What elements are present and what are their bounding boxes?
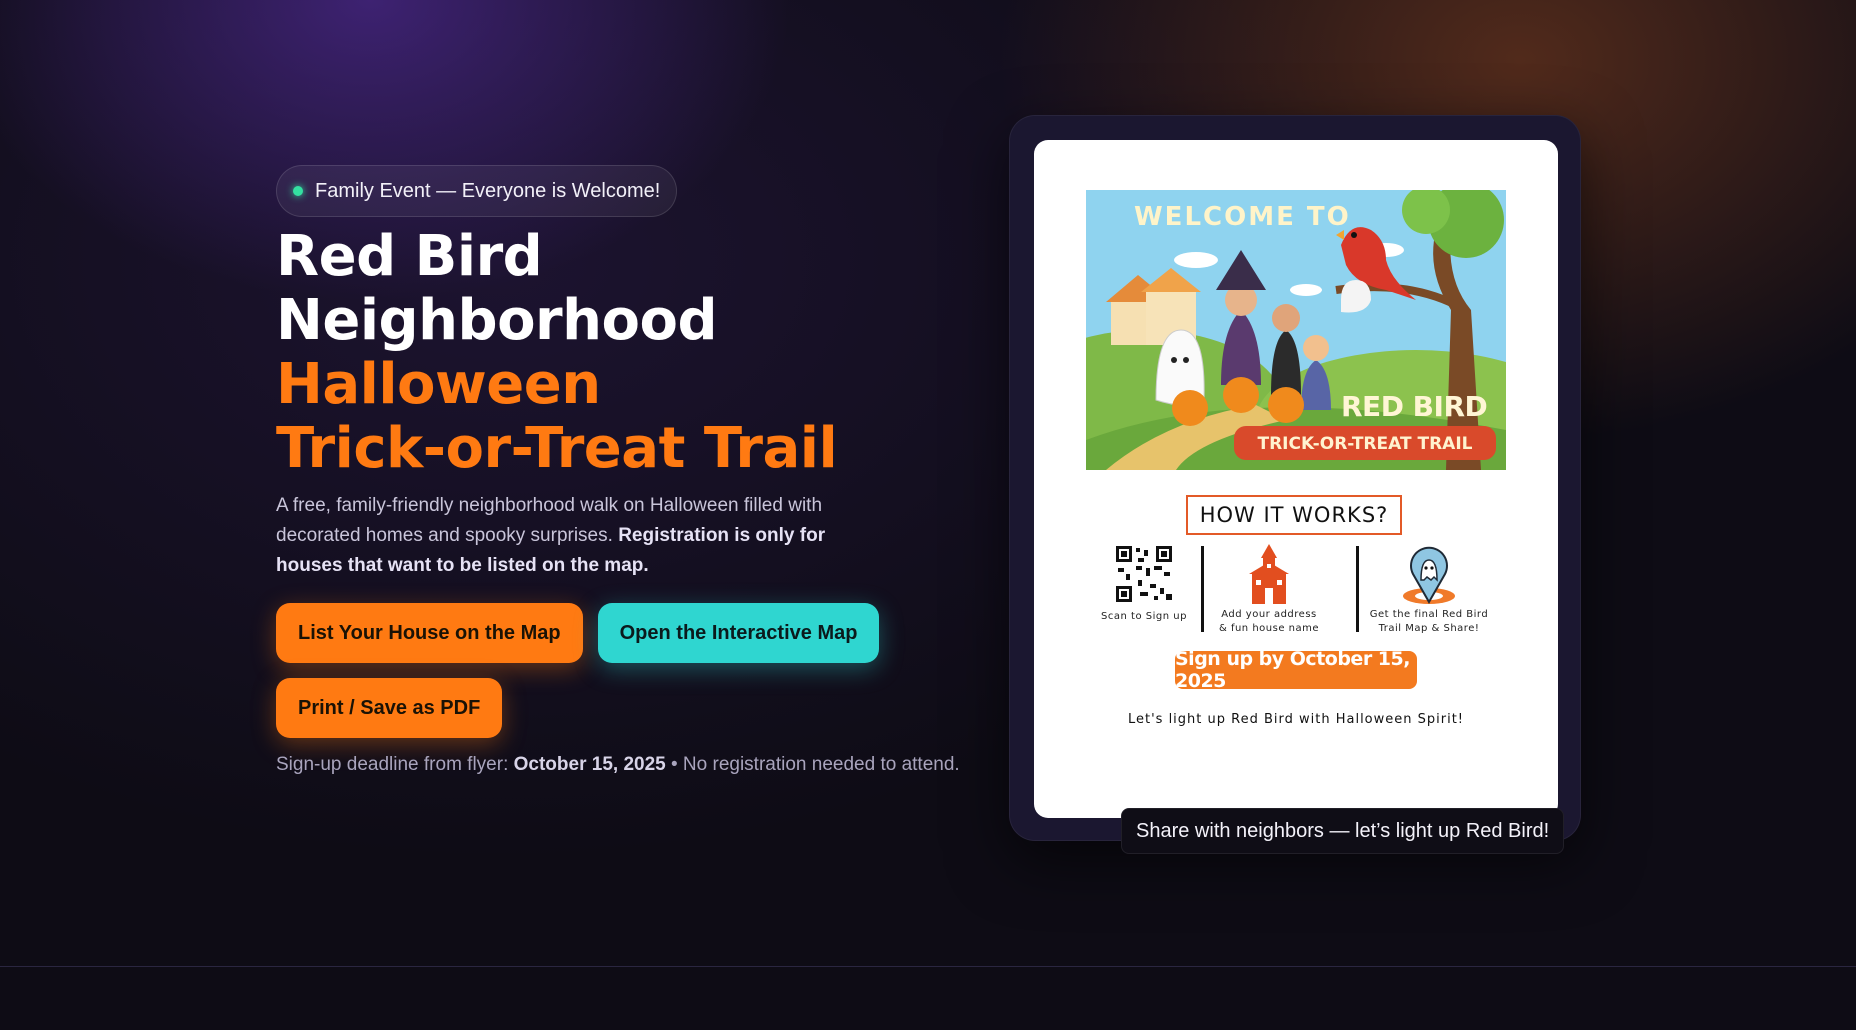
flyer-tagline: Let's light up Red Bird with Halloween S…	[1127, 712, 1465, 727]
welcome-text: WELCOME TO	[1134, 202, 1351, 232]
flyer-frame: WELCOME TO RED BIRD TRICK-OR-TREAT TRAIL…	[1009, 115, 1581, 841]
step-address: Add your address & fun house name	[1209, 544, 1329, 636]
step-scan-label: Scan to Sign up	[1101, 611, 1187, 622]
title-line-2: Neighborhood	[276, 288, 718, 353]
how-it-works-heading: HOW IT WORKS?	[1186, 495, 1402, 535]
event-badge: Family Event — Everyone is Welcome!	[276, 165, 678, 217]
map-pin-ghost-icon	[1403, 546, 1455, 605]
qr-code-icon	[1114, 544, 1174, 604]
step-divider	[1356, 546, 1359, 632]
hero-description: A free, family-friendly neighborhood wal…	[276, 491, 876, 581]
flyer-illustration: WELCOME TO RED BIRD TRICK-OR-TREAT TRAIL	[1086, 190, 1506, 470]
title-line-1: Red Bird	[276, 224, 543, 289]
action-buttons: List Your House on the Map Open the Inte…	[276, 603, 916, 738]
flyer-preview[interactable]: WELCOME TO RED BIRD TRICK-OR-TREAT TRAIL…	[1034, 140, 1558, 818]
note-suffix: • No registration needed to attend.	[665, 754, 960, 775]
illustration-graphic	[1086, 190, 1506, 470]
brand-text: RED BIRD	[1341, 390, 1488, 423]
step-divider	[1201, 546, 1204, 632]
print-pdf-button[interactable]: Print / Save as PDF	[276, 678, 503, 738]
event-badge-label: Family Event — Everyone is Welcome!	[315, 179, 661, 202]
title-line-4: Trick-or-Treat Trail	[276, 416, 838, 481]
trail-text: TRICK-OR-TREAT TRAIL	[1257, 434, 1473, 454]
footer-divider	[0, 966, 1856, 967]
signup-deadline-banner: Sign up by October 15, 2025	[1175, 648, 1417, 692]
hero-section: Family Event — Everyone is Welcome! Red …	[276, 165, 996, 776]
haunted-house-icon	[1249, 544, 1289, 604]
step-map: Get the final Red Bird Trail Map & Share…	[1364, 544, 1494, 636]
note-date: October 15, 2025	[513, 754, 666, 775]
open-map-button[interactable]: Open the Interactive Map	[597, 603, 880, 663]
status-dot-icon	[293, 186, 303, 196]
list-house-button[interactable]: List Your House on the Map	[276, 603, 583, 663]
page-title: Red Bird Neighborhood Halloween Trick-or…	[276, 225, 996, 481]
share-tooltip: Share with neighbors — let’s light up Re…	[1121, 808, 1565, 854]
step-scan: Scan to Sign up	[1094, 544, 1194, 624]
step-map-line1: Get the final Red Bird	[1369, 609, 1489, 620]
title-line-3: Halloween	[276, 352, 601, 417]
step-map-line2: Trail Map & Share!	[1378, 623, 1480, 634]
note-prefix: Sign-up deadline from flyer:	[276, 754, 514, 775]
step-address-line1: Add your address	[1221, 609, 1317, 620]
step-address-line2: & fun house name	[1218, 623, 1320, 634]
deadline-note: Sign-up deadline from flyer: October 15,…	[276, 754, 996, 776]
steps-row: Scan to Sign up Add your address & fun h…	[1094, 544, 1504, 644]
